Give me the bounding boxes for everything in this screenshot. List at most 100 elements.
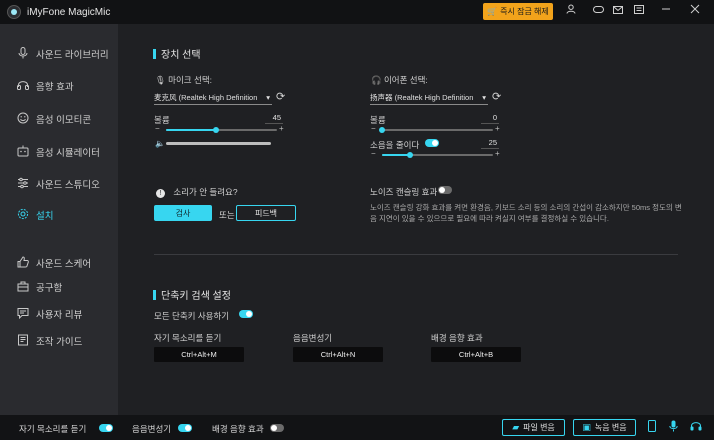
sidebar-item-sound-effects[interactable]: 음향 효과 (0, 73, 118, 99)
sidebar-item-sound-library[interactable]: 사운드 라이브러리 (0, 41, 118, 67)
voice-changer-label: 음음변성기 (132, 424, 172, 434)
plus-icon[interactable]: + (279, 124, 284, 133)
gamepad-icon[interactable] (590, 4, 606, 20)
unlock-now-label: 즉시 잠금 해제 (500, 7, 549, 16)
sidebar: 사운드 라이브러리 음향 효과 음성 이모티콘 음성 시뮬레이터 사운드 스튜디… (0, 24, 118, 415)
speaker-volume-knob[interactable] (379, 127, 385, 133)
noise-reduce-value[interactable]: 25 (481, 138, 499, 149)
sidebar-item-user-reviews[interactable]: 사용자 리뷰 (0, 301, 118, 327)
check-button[interactable]: 검사 (154, 205, 212, 221)
mic-volume-slider[interactable] (166, 127, 277, 133)
feedback-button[interactable]: 피드백 (236, 205, 296, 221)
mic-device-select[interactable]: 麦克风 (Realtek High Definition ▾ (154, 91, 272, 105)
sidebar-item-toolbox[interactable]: 공구함 (0, 274, 118, 300)
mail-icon[interactable] (610, 4, 626, 20)
noise-reduce-knob[interactable] (406, 152, 413, 158)
sidebar-item-label: 음향 효과 (36, 82, 74, 93)
noise-cancel-toggle[interactable] (438, 186, 452, 194)
sidebar-item-label: 조작 가이드 (36, 337, 83, 348)
settings-panel: 장치 선택 🎙 마이크 선택: 麦克风 (Realtek High Defini… (118, 24, 714, 415)
minus-icon[interactable]: − (371, 149, 376, 158)
bg-effect-label: 배경 음향 효과 (212, 424, 264, 434)
mic-selected-value: 麦克风 (Realtek High Definition (154, 93, 258, 102)
plus-icon[interactable]: + (495, 124, 500, 133)
mic-refresh-icon[interactable]: ⟳ (276, 90, 285, 103)
title-bar: iMyFone MagicMic 🛒 즉시 잠금 해제 (0, 0, 714, 24)
hotkey-bg-effect-field[interactable]: Ctrl+Alt+B (431, 347, 521, 362)
speaker-device-select[interactable]: 扬声器 (Realtek High Definition ▾ (370, 91, 488, 105)
sidebar-item-label: 사운드 스케어 (36, 259, 92, 270)
sidebar-item-settings[interactable]: 설치 (0, 202, 118, 228)
sidebar-item-label: 음성 이모티콘 (36, 115, 92, 126)
mic-label-text: 마이크 선택: (168, 75, 212, 85)
noise-cancel-label: 노이즈 캔슬링 효과 (370, 187, 438, 197)
noise-reduce-label: 소음을 줄이다 (370, 140, 420, 150)
hear-self-toggle[interactable] (99, 424, 113, 432)
unlock-now-button[interactable]: 🛒 즉시 잠금 해제 (483, 3, 553, 20)
sidebar-item-sound-studio[interactable]: 사운드 스튜디오 (0, 171, 118, 197)
speaker-volume-value[interactable]: 0 (481, 113, 499, 124)
hotkey-section-title: 단축키 검색 설정 (153, 287, 231, 302)
headphones-icon (16, 79, 30, 93)
minimize-icon[interactable] (658, 4, 674, 20)
plus-icon[interactable]: + (495, 149, 500, 158)
file-button-label: 파일 변음 (523, 423, 555, 432)
sidebar-item-voice-simulator[interactable]: 음성 시뮬레이터 (0, 139, 118, 165)
speaker-refresh-icon[interactable]: ⟳ (492, 90, 501, 103)
mic-volume-fill (166, 129, 216, 131)
chevron-down-icon: ▾ (482, 93, 486, 102)
speaker-select-label: 🎧 이어폰 선택: (371, 74, 428, 86)
enable-hotkeys-toggle[interactable] (239, 310, 253, 318)
mic-status-icon[interactable] (669, 420, 678, 435)
no-sound-text: 소리가 안 들려요? (173, 187, 238, 197)
sidebar-item-sound-share[interactable]: 사운드 스케어 (0, 250, 118, 276)
bottom-bar: 자기 목소리를 듣기 음음변성기 배경 음향 효과 ▰ 파일 변음 ▣ 녹음 변… (0, 415, 714, 440)
enable-hotkeys-label: 모든 단축키 사용하기 (154, 311, 230, 321)
sidebar-item-label: 설치 (36, 211, 54, 222)
phone-icon[interactable] (648, 420, 656, 435)
noise-reduce-fill (382, 154, 410, 156)
speaker-level-icon: 🔈 (155, 139, 165, 148)
bg-effect-toggle[interactable] (270, 424, 284, 432)
mic-volume-value[interactable]: 45 (265, 113, 283, 124)
noise-cancel-description: 노이즈 캔슬링 강화 효과를 켜면 환경음, 키보드 소리 등의 소리의 간섭이… (370, 203, 682, 223)
minus-icon[interactable]: − (155, 124, 160, 133)
cart-icon: 🛒 (487, 7, 498, 16)
record-voice-change-button[interactable]: ▣ 녹음 변음 (573, 419, 636, 436)
thumbs-up-icon (16, 255, 30, 271)
record-button-label: 녹음 변음 (594, 423, 627, 432)
hotkey-voice-changer-field[interactable]: Ctrl+Alt+N (293, 347, 383, 362)
chat-icon (16, 307, 30, 322)
speaker-label-text: 이어폰 선택: (383, 75, 428, 85)
headset-small-icon: 🎧 (371, 75, 382, 85)
or-label: 또는 (219, 210, 235, 220)
sidebar-item-voice-emoticon[interactable]: 음성 이모티콘 (0, 106, 118, 132)
app-logo-icon (7, 5, 21, 19)
mic-small-icon: 🎙 (155, 75, 166, 85)
menu-icon[interactable] (631, 4, 647, 20)
hotkey-hear-self-field[interactable]: Ctrl+Alt+M (154, 347, 244, 362)
noise-reduce-slider[interactable] (382, 152, 493, 158)
folder-icon: ▰ (512, 422, 520, 432)
section-title-text: 단축키 검색 설정 (161, 291, 231, 302)
speaker-volume-slider[interactable] (379, 127, 493, 133)
noise-reduce-toggle[interactable] (425, 139, 439, 147)
headphones-status-icon[interactable] (690, 420, 702, 434)
sidebar-item-guide[interactable]: 조작 가이드 (0, 328, 118, 354)
hotkey-label-voice-changer: 음음변성기 (293, 333, 333, 343)
section-divider (154, 254, 678, 255)
sidebar-item-label: 사운드 라이브러리 (36, 50, 109, 61)
hotkey-label-hear-self: 자기 목소리를 듣기 (154, 333, 222, 343)
minus-icon[interactable]: − (371, 124, 376, 133)
close-icon[interactable] (687, 4, 703, 20)
smile-icon (16, 112, 30, 127)
file-voice-change-button[interactable]: ▰ 파일 변음 (502, 419, 565, 436)
sliders-icon (16, 177, 30, 192)
gear-icon (16, 208, 30, 223)
mic-level-meter (166, 142, 271, 145)
user-icon[interactable] (563, 4, 579, 20)
voice-changer-toggle[interactable] (178, 424, 192, 432)
sidebar-item-label: 공구함 (36, 283, 63, 294)
mic-volume-knob[interactable] (212, 127, 219, 133)
section-accent-bar (153, 289, 156, 300)
